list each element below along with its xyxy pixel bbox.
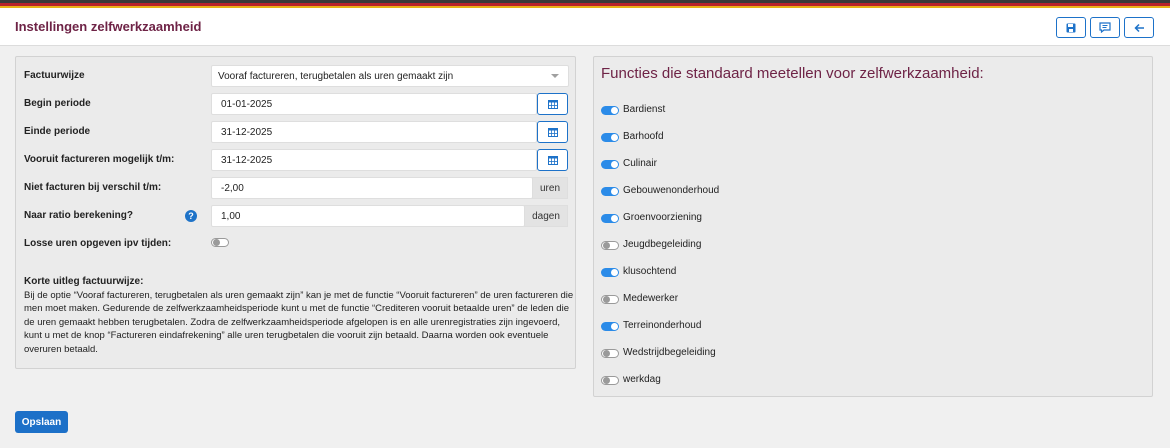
niet-facturen-input[interactable]: -2,00 [211, 177, 533, 199]
ratio-label: Naar ratio berekening? [24, 210, 133, 221]
functions-title: Functies die standaard meetellen voor ze… [601, 65, 984, 82]
function-toggle[interactable] [601, 241, 619, 250]
uren-unit: uren [532, 177, 568, 199]
explanation-text: Bij de optie “Vooraf factureren, terugbe… [24, 290, 574, 355]
function-label: Culinair [623, 158, 657, 169]
function-toggle[interactable] [601, 160, 619, 169]
top-color-stripe [0, 0, 1170, 8]
save-button[interactable] [1056, 17, 1086, 38]
losse-uren-label: Losse uren opgeven ipv tijden: [24, 238, 172, 249]
vooruit-factureren-input[interactable]: 31-12-2025 [211, 149, 537, 171]
function-label: werkdag [623, 374, 661, 385]
function-label: Groenvoorziening [623, 212, 702, 223]
dagen-unit: dagen [524, 205, 568, 227]
function-label: Jeugdbegeleiding [623, 239, 702, 250]
page-header: Instellingen zelfwerkzaamheid [0, 8, 1170, 46]
function-label: Barhoofd [623, 131, 664, 142]
niet-facturen-label: Niet facturen bij verschil t/m: [24, 182, 162, 193]
function-toggle[interactable] [601, 349, 619, 358]
factuurwijze-label: Factuurwijze [24, 70, 85, 81]
functions-panel: Functies die standaard meetellen voor ze… [593, 56, 1153, 397]
function-toggle[interactable] [601, 295, 619, 304]
function-label: Bardienst [623, 104, 666, 115]
explanation-title: Korte uitleg factuurwijze: [24, 276, 144, 287]
einde-periode-label: Einde periode [24, 126, 91, 137]
page-title: Instellingen zelfwerkzaamheid [15, 19, 202, 34]
function-toggle[interactable] [601, 376, 619, 385]
function-label: klusochtend [623, 266, 677, 277]
settings-panel: Factuurwijze Vooraf factureren, terugbet… [15, 56, 576, 369]
einde-periode-calendar-button[interactable] [537, 121, 568, 143]
begin-periode-input[interactable]: 01-01-2025 [211, 93, 537, 115]
function-label: Medewerker [623, 293, 679, 304]
vooruit-factureren-calendar-button[interactable] [537, 149, 568, 171]
einde-periode-input[interactable]: 31-12-2025 [211, 121, 537, 143]
comment-icon [1099, 22, 1111, 33]
begin-periode-calendar-button[interactable] [537, 93, 568, 115]
arrow-left-icon [1133, 23, 1144, 32]
chevron-down-icon [551, 74, 559, 78]
calendar-icon [547, 128, 558, 137]
factuurwijze-value: Vooraf factureren, terugbetalen als uren… [218, 70, 454, 82]
save-icon [1066, 23, 1076, 32]
losse-uren-toggle[interactable] [211, 238, 229, 247]
ratio-input[interactable]: 1,00 [211, 205, 525, 227]
function-toggle[interactable] [601, 133, 619, 142]
function-label: Terreinonderhoud [623, 320, 702, 331]
vooruit-factureren-label: Vooruit factureren mogelijk t/m: [24, 154, 175, 165]
function-toggle[interactable] [601, 187, 619, 196]
back-button[interactable] [1124, 17, 1154, 38]
function-toggle[interactable] [601, 214, 619, 223]
calendar-icon [547, 100, 558, 109]
function-label: Gebouwenonderhoud [623, 185, 720, 196]
function-toggle[interactable] [601, 322, 619, 331]
function-label: Wedstrijdbegeleiding [623, 347, 716, 358]
help-icon[interactable]: ? [185, 210, 197, 222]
calendar-icon [547, 156, 558, 165]
save-submit-button[interactable]: Opslaan [15, 411, 68, 433]
comment-button[interactable] [1090, 17, 1120, 38]
function-toggle[interactable] [601, 268, 619, 277]
factuurwijze-select[interactable]: Vooraf factureren, terugbetalen als uren… [211, 65, 569, 87]
begin-periode-label: Begin periode [24, 98, 91, 109]
function-toggle[interactable] [601, 106, 619, 115]
